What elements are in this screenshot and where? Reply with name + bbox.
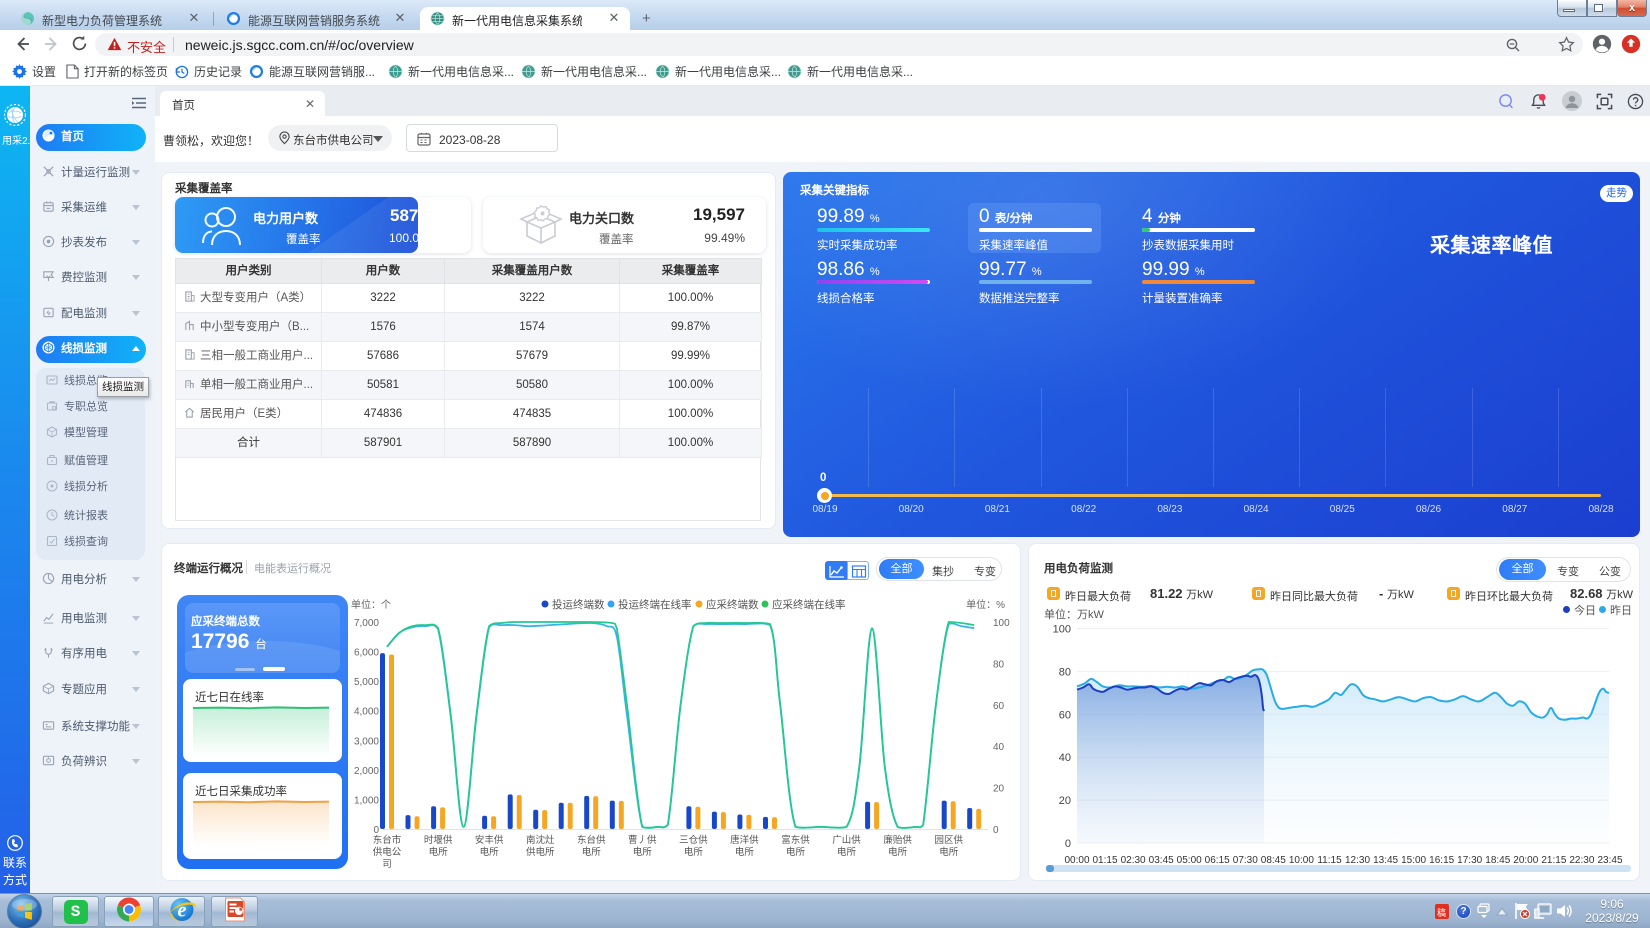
svg-text:单位：个: 单位：个 bbox=[351, 598, 391, 611]
svg-text:0: 0 bbox=[993, 825, 999, 836]
svg-text:20: 20 bbox=[1059, 795, 1071, 807]
svg-text:投运终端在线率: 投运终端在线率 bbox=[618, 598, 692, 611]
svg-text:供电所: 供电所 bbox=[526, 846, 555, 858]
svg-text:4,000: 4,000 bbox=[354, 707, 379, 718]
svg-text:三仓供: 三仓供 bbox=[679, 834, 708, 846]
svg-text:60: 60 bbox=[993, 701, 1005, 712]
svg-text:投运终端数: 投运终端数 bbox=[552, 598, 605, 611]
svg-text:电所: 电所 bbox=[480, 846, 500, 858]
svg-text:20: 20 bbox=[993, 784, 1005, 795]
svg-text:电所: 电所 bbox=[735, 846, 755, 858]
svg-text:40: 40 bbox=[993, 742, 1005, 753]
svg-text:司: 司 bbox=[382, 859, 392, 870]
svg-text:单位：%: 单位：% bbox=[966, 598, 1005, 611]
svg-text:6,000: 6,000 bbox=[354, 648, 379, 659]
svg-text:7,000: 7,000 bbox=[354, 618, 379, 629]
svg-text:电所: 电所 bbox=[786, 846, 806, 858]
svg-text:40: 40 bbox=[1059, 752, 1071, 764]
svg-text:80: 80 bbox=[1059, 666, 1071, 678]
svg-text:100: 100 bbox=[993, 618, 1010, 629]
svg-text:安丰供: 安丰供 bbox=[475, 834, 504, 846]
svg-text:0: 0 bbox=[1065, 838, 1071, 850]
svg-text:东台市: 东台市 bbox=[373, 834, 402, 846]
svg-text:电所: 电所 bbox=[888, 846, 908, 858]
svg-text:曹丿供: 曹丿供 bbox=[628, 834, 657, 846]
svg-text:南沈灶: 南沈灶 bbox=[526, 834, 555, 846]
svg-text:广山供: 广山供 bbox=[832, 834, 861, 846]
svg-text:园区供: 园区供 bbox=[934, 834, 963, 846]
svg-text:2,000: 2,000 bbox=[354, 766, 379, 777]
svg-text:60: 60 bbox=[1059, 709, 1071, 721]
svg-text:电所: 电所 bbox=[429, 846, 449, 858]
svg-text:80: 80 bbox=[993, 659, 1005, 670]
svg-text:电所: 电所 bbox=[684, 846, 704, 858]
svg-text:电所: 电所 bbox=[939, 846, 959, 858]
svg-text:5,000: 5,000 bbox=[354, 677, 379, 688]
svg-text:电所: 电所 bbox=[582, 846, 602, 858]
svg-text:3,000: 3,000 bbox=[354, 736, 379, 747]
svg-text:1,000: 1,000 bbox=[354, 795, 379, 806]
svg-text:唐洋供: 唐洋供 bbox=[730, 834, 759, 846]
svg-text:100: 100 bbox=[1053, 624, 1071, 636]
svg-text:应采终端数: 应采终端数 bbox=[706, 598, 759, 611]
svg-text:富东供: 富东供 bbox=[781, 834, 810, 846]
svg-text:应采终端在线率: 应采终端在线率 bbox=[772, 598, 846, 611]
svg-text:廉贻供: 廉贻供 bbox=[883, 834, 912, 846]
svg-text:时堰供: 时堰供 bbox=[424, 834, 453, 846]
svg-text:电所: 电所 bbox=[837, 846, 857, 858]
svg-text:电所: 电所 bbox=[633, 846, 653, 858]
svg-text:东台供: 东台供 bbox=[577, 834, 606, 846]
svg-text:供电公: 供电公 bbox=[373, 846, 402, 858]
